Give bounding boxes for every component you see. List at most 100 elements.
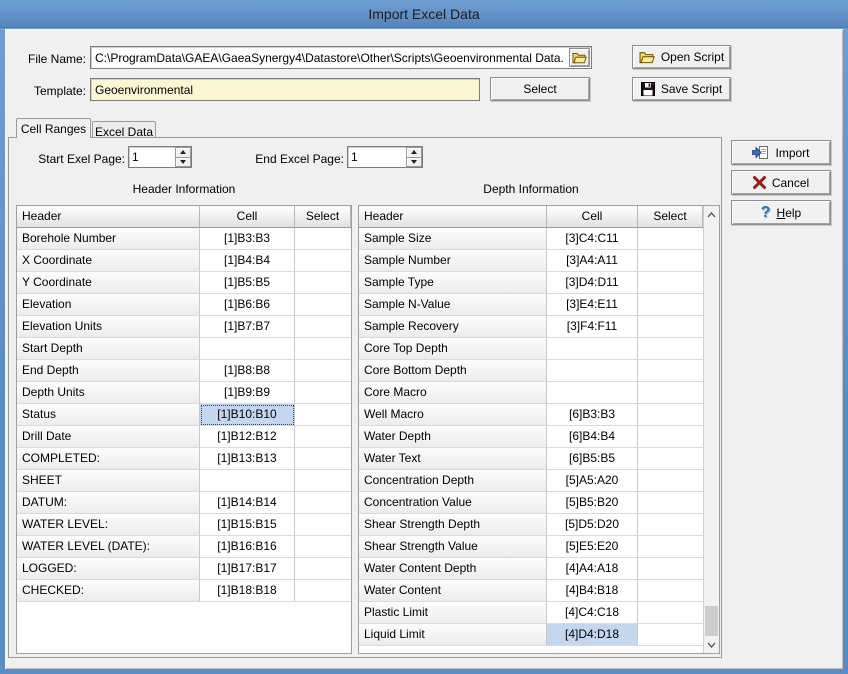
row-header-cell[interactable]: DATUM: [17,492,200,514]
select-cell[interactable] [638,580,703,602]
select-cell[interactable] [295,382,351,404]
select-template-button[interactable]: Select [490,77,590,101]
select-cell[interactable] [638,624,703,646]
select-cell[interactable] [638,492,703,514]
row-header-cell[interactable]: CHECKED: [17,580,200,602]
select-cell[interactable] [638,228,703,250]
spin-up-button[interactable] [406,147,422,158]
row-header-cell[interactable]: End Depth [17,360,200,382]
cell-range-cell[interactable]: [1]B17:B17 [200,558,295,580]
select-cell[interactable] [638,536,703,558]
select-cell[interactable] [295,448,351,470]
row-header-cell[interactable]: Elevation [17,294,200,316]
row-header-cell[interactable]: Start Depth [17,338,200,360]
select-cell[interactable] [638,294,703,316]
row-header-cell[interactable]: LOGGED: [17,558,200,580]
select-cell[interactable] [295,250,351,272]
select-cell[interactable] [295,492,351,514]
cell-range-cell[interactable]: [1]B16:B16 [200,536,295,558]
cell-range-cell[interactable]: [4]D4:D18 [547,624,638,646]
cell-range-cell[interactable]: [1]B4:B4 [200,250,295,272]
cell-range-cell[interactable]: [1]B18:B18 [200,580,295,602]
select-cell[interactable] [295,338,351,360]
save-script-button[interactable]: Save Script [632,77,731,101]
row-header-cell[interactable]: Core Top Depth [359,338,547,360]
spin-down-button[interactable] [406,158,422,168]
scrollbar-down-button[interactable] [704,636,719,653]
spin-up-button[interactable] [175,147,191,158]
cell-range-cell[interactable]: [3]F4:F11 [547,316,638,338]
cell-range-cell[interactable]: [3]E4:E11 [547,294,638,316]
start-excel-page-input[interactable] [129,147,175,167]
cell-range-cell[interactable]: [1]B15:B15 [200,514,295,536]
vertical-scrollbar[interactable] [703,206,719,653]
select-cell[interactable] [638,404,703,426]
select-cell[interactable] [295,426,351,448]
cell-range-cell[interactable]: [4]C4:C18 [547,602,638,624]
cell-range-cell[interactable]: [5]A5:A20 [547,470,638,492]
row-header-cell[interactable]: Water Depth [359,426,547,448]
row-header-cell[interactable]: Y Coordinate [17,272,200,294]
row-header-cell[interactable]: Sample Number [359,250,547,272]
row-header-cell[interactable]: WATER LEVEL (DATE): [17,536,200,558]
row-header-cell[interactable]: Concentration Value [359,492,547,514]
select-cell[interactable] [295,404,351,426]
select-cell[interactable] [295,470,351,492]
select-cell[interactable] [638,338,703,360]
cell-range-cell[interactable]: [3]C4:C11 [547,228,638,250]
end-excel-page-input[interactable] [348,147,406,167]
cell-range-cell[interactable] [547,338,638,360]
row-header-cell[interactable]: Concentration Depth [359,470,547,492]
select-cell[interactable] [638,426,703,448]
file-name-input[interactable] [92,48,566,67]
select-cell[interactable] [638,470,703,492]
select-cell[interactable] [638,316,703,338]
row-header-cell[interactable]: SHEET [17,470,200,492]
help-button[interactable]: ? Help [731,200,831,225]
tab-excel-data[interactable]: Excel Data [92,121,156,137]
row-header-cell[interactable]: Shear Strength Value [359,536,547,558]
cell-range-cell[interactable]: [5]B5:B20 [547,492,638,514]
import-button[interactable]: Import [731,140,831,165]
row-header-cell[interactable]: Liquid Limit [359,624,547,646]
open-script-button[interactable]: Open Script [632,45,731,69]
row-header-cell[interactable]: Core Bottom Depth [359,360,547,382]
select-cell[interactable] [295,272,351,294]
cell-range-cell[interactable] [547,360,638,382]
select-cell[interactable] [638,558,703,580]
cell-range-cell[interactable]: [4]A4:A18 [547,558,638,580]
row-header-cell[interactable]: X Coordinate [17,250,200,272]
row-header-cell[interactable]: Sample Type [359,272,547,294]
row-header-cell[interactable]: Sample Recovery [359,316,547,338]
select-cell[interactable] [295,580,351,602]
select-cell[interactable] [638,382,703,404]
tab-cell-ranges[interactable]: Cell Ranges [16,118,91,138]
titlebar[interactable]: Import Excel Data [0,0,848,28]
select-cell[interactable] [295,536,351,558]
scrollbar-thumb[interactable] [705,606,718,636]
cell-range-cell[interactable]: [1]B3:B3 [200,228,295,250]
row-header-cell[interactable]: Plastic Limit [359,602,547,624]
row-header-cell[interactable]: Sample Size [359,228,547,250]
select-cell[interactable] [295,228,351,250]
spin-down-button[interactable] [175,158,191,168]
select-cell[interactable] [638,602,703,624]
row-header-cell[interactable]: COMPLETED: [17,448,200,470]
row-header-cell[interactable]: Shear Strength Depth [359,514,547,536]
cell-range-cell[interactable]: [1]B5:B5 [200,272,295,294]
select-cell[interactable] [295,514,351,536]
cell-range-cell[interactable]: [6]B5:B5 [547,448,638,470]
cell-range-cell[interactable]: [1]B10:B10 [200,404,295,426]
cell-range-cell[interactable]: [6]B4:B4 [547,426,638,448]
cell-range-cell[interactable]: [1]B14:B14 [200,492,295,514]
select-cell[interactable] [295,558,351,580]
cell-range-cell[interactable]: [3]D4:D11 [547,272,638,294]
select-cell[interactable] [638,272,703,294]
row-header-cell[interactable]: Depth Units [17,382,200,404]
row-header-cell[interactable]: Borehole Number [17,228,200,250]
row-header-cell[interactable]: Water Content Depth [359,558,547,580]
cell-range-cell[interactable]: [6]B3:B3 [547,404,638,426]
row-header-cell[interactable]: Water Text [359,448,547,470]
cell-range-cell[interactable]: [3]A4:A11 [547,250,638,272]
select-cell[interactable] [638,360,703,382]
